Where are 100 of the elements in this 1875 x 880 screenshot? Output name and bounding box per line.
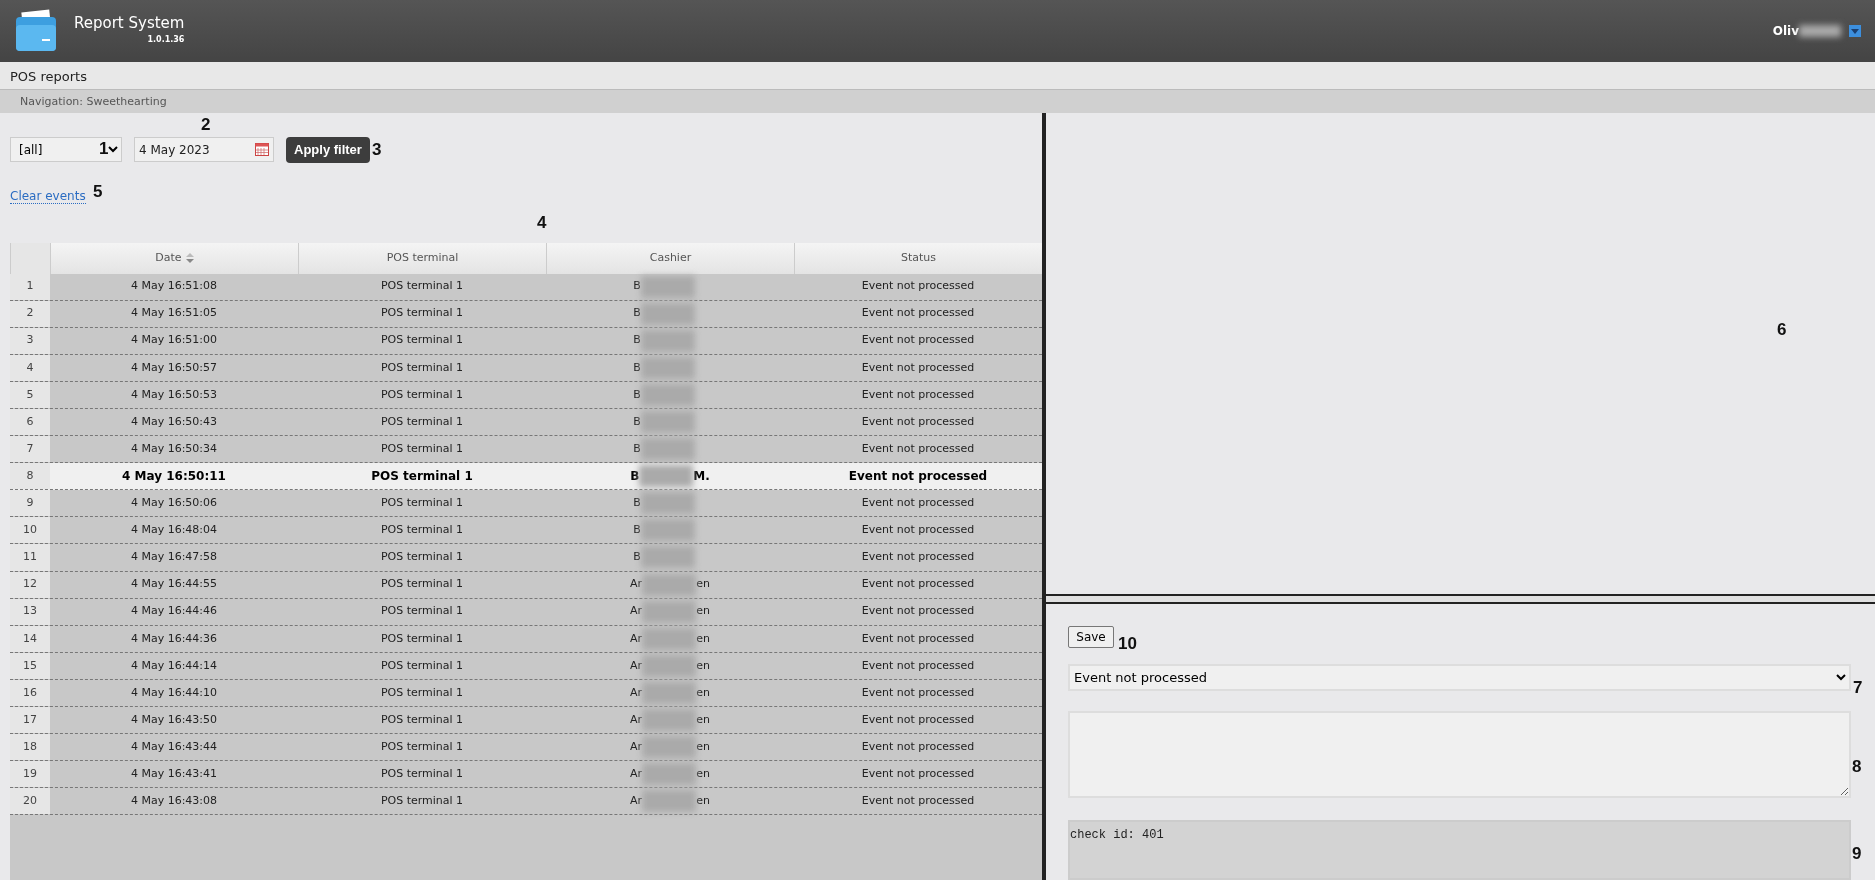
table-row[interactable]: 11 4 May 16:47:58 POS terminal 1 B Event not processed	[10, 544, 1042, 572]
redaction-blur	[642, 709, 697, 732]
row-number: 14	[23, 630, 37, 647]
table-cell-text: en	[696, 684, 710, 701]
table-cell: B	[633, 305, 641, 322]
clear-events-link[interactable]: Clear events	[10, 188, 86, 204]
table-cell-text: POS terminal 1	[380, 359, 464, 376]
header-corner	[10, 242, 50, 274]
redaction-blur	[640, 546, 695, 569]
redaction-blur	[639, 465, 694, 488]
table-row[interactable]: 10 4 May 16:48:04 POS terminal 1 B Event not processed	[10, 517, 1042, 545]
table-row[interactable]: 18 4 May 16:43:44 POS terminal 1 Ar en Event not processed	[10, 734, 1042, 762]
column-header[interactable]: Date	[50, 242, 298, 274]
table-row[interactable]: 8 4 May 16:50:11 POS terminal 1 B M. Event not processed	[10, 463, 1042, 491]
row-number: 8	[26, 467, 34, 484]
table-cell: Event not processed	[861, 278, 975, 295]
splitter[interactable]	[1046, 594, 1875, 604]
table-row[interactable]: 6 4 May 16:50:43 POS terminal 1 B Event not processed	[10, 408, 1042, 437]
table-cell: Event not processed	[861, 305, 975, 322]
table-row[interactable]: 4 4 May 16:50:57 POS terminal 1 B Event not processed	[10, 354, 1042, 382]
table-cell: B	[633, 278, 641, 295]
row-number: 10	[23, 522, 37, 539]
status-select[interactable]: Event not processed	[1068, 664, 1851, 691]
redaction-blur	[640, 275, 695, 298]
table-cell: POS terminal 1	[380, 522, 464, 539]
row-number: 12	[23, 576, 37, 593]
column-header[interactable]: Cashier	[546, 242, 794, 274]
table-row[interactable]: 12 4 May 16:44:55 POS terminal 1 Ar en Event not processed	[10, 571, 1042, 599]
table-row[interactable]: 20 4 May 16:43:08 POS terminal 1 Ar en Event not processed	[10, 788, 1042, 816]
table-cell: Event not processed	[861, 630, 975, 647]
table-cell: 4 May 16:43:08	[130, 793, 218, 810]
table-row[interactable]: 14 4 May 16:44:36 POS terminal 1 Ar en Event not processed	[10, 625, 1042, 653]
folder-icon	[14, 9, 58, 53]
row-number: 5	[26, 386, 34, 403]
redaction-blur	[642, 736, 697, 759]
column-header[interactable]: POS terminal	[298, 242, 546, 274]
user-name[interactable]: Oliv	[1772, 22, 1799, 40]
table-cell-text: POS terminal 1	[380, 738, 464, 755]
redaction-blur	[642, 573, 697, 596]
dropdown-icon[interactable]	[1849, 25, 1861, 37]
save-button[interactable]: Save	[1068, 626, 1114, 648]
callout-number: 10	[1118, 635, 1137, 652]
redaction-blur	[640, 329, 695, 352]
comment-field[interactable]	[1068, 711, 1851, 798]
row-number: 20	[23, 793, 37, 810]
apply-filter-button[interactable]: Apply filter	[286, 137, 370, 163]
callout-number: 5	[93, 183, 103, 200]
table-cell-text: Event not processed	[861, 711, 975, 728]
table-cell: B	[633, 495, 641, 512]
table-cell-text: M.	[693, 468, 710, 486]
table-cell-text: B	[633, 440, 641, 457]
table-cell-text: 4 May 16:50:11	[122, 468, 226, 486]
redaction-blur	[642, 763, 697, 786]
table-cell: en	[696, 576, 710, 593]
table-cell: POS terminal 1	[380, 630, 464, 647]
table-cell-text: POS terminal 1	[371, 468, 473, 486]
table-cell-text: 4 May 16:50:57	[130, 359, 218, 376]
table-row[interactable]: 3 4 May 16:51:00 POS terminal 1 B Event not processed	[10, 327, 1042, 355]
table-row[interactable]: 19 4 May 16:43:41 POS terminal 1 Ar en Event not processed	[10, 761, 1042, 789]
table-cell-text: Ar	[630, 766, 643, 782]
table-cell: POS terminal 1	[380, 332, 464, 349]
table-cell-text: 4 May 16:44:14	[130, 657, 218, 674]
table-cell-text: POS terminal 1	[380, 413, 464, 430]
row-number: 2	[26, 305, 34, 322]
redaction-blur	[640, 356, 695, 379]
sort-icon[interactable]	[185, 253, 194, 263]
table-cell: Ar	[630, 603, 643, 620]
table-row[interactable]: 13 4 May 16:44:46 POS terminal 1 Ar en Event not processed	[10, 598, 1042, 626]
table-cell: 4 May 16:44:55	[130, 576, 218, 593]
row-number: 9	[26, 495, 34, 512]
table-row[interactable]: 15 4 May 16:44:14 POS terminal 1 Ar en Event not processed	[10, 652, 1042, 680]
table-cell: POS terminal 1	[380, 495, 464, 512]
callout-number: 8	[1852, 758, 1862, 775]
table-row[interactable]: 1 4 May 16:51:08 POS terminal 1 B Event not processed	[10, 273, 1042, 301]
table-cell: POS terminal 1	[380, 278, 464, 295]
row-number: 11	[23, 549, 37, 566]
table-cell-text: Event not processed	[861, 386, 975, 403]
table-row[interactable]: 5 4 May 16:50:53 POS terminal 1 B Event not processed	[10, 381, 1042, 409]
row-number: 19	[23, 766, 37, 782]
check-text: check id: 401	[1070, 828, 1164, 842]
calendar-icon[interactable]	[255, 143, 269, 157]
table-cell-text: Ar	[630, 684, 643, 701]
table-cell-text: Event not processed	[861, 738, 975, 755]
table-cell: en	[696, 793, 710, 810]
redaction-blur	[640, 438, 695, 461]
table-cell-text: POS terminal 1	[380, 386, 464, 403]
row-number: 16	[23, 684, 37, 701]
date-field[interactable]: 4 May 2023	[134, 137, 274, 163]
table-row[interactable]: 2 4 May 16:51:05 POS terminal 1 B Event not processed	[10, 300, 1042, 328]
table-cell: Event not processed	[861, 495, 975, 512]
table-cell-text: en	[696, 711, 710, 728]
app-title: Report System	[74, 16, 185, 31]
table-cell: POS terminal 1	[380, 305, 464, 322]
table-row[interactable]: 9 4 May 16:50:06 POS terminal 1 B Event not processed	[10, 490, 1042, 518]
table-cell: Ar	[630, 576, 643, 593]
row-number: 15	[23, 657, 37, 674]
table-row[interactable]: 17 4 May 16:43:50 POS terminal 1 Ar en Event not processed	[10, 707, 1042, 735]
row-number: 4	[26, 359, 34, 376]
table-row[interactable]: 16 4 May 16:44:10 POS terminal 1 Ar en Event not processed	[10, 679, 1042, 707]
row-number: 6	[26, 413, 34, 430]
